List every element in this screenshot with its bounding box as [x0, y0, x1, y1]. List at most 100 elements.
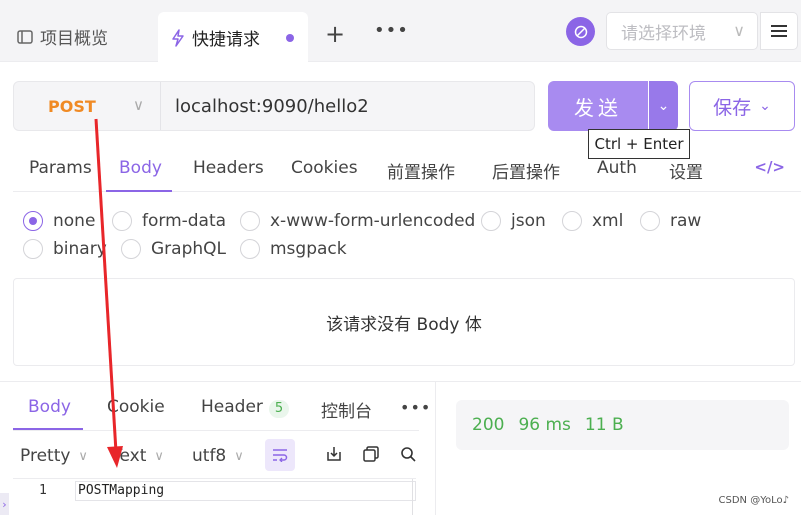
format-select[interactable]: Pretty ∨	[20, 446, 88, 466]
send-options-button[interactable]: ⌄	[649, 81, 678, 131]
response-tabs-border	[13, 430, 419, 431]
response-tab-console[interactable]: 控制台	[321, 397, 372, 422]
tab-quick-request[interactable]: 快捷请求	[158, 12, 308, 63]
tab-settings[interactable]: 设置	[669, 158, 703, 183]
send-button[interactable]: 发送	[548, 81, 648, 131]
empty-body-message: 该请求没有 Body 体	[326, 314, 482, 335]
radio-label: GraphQL	[151, 239, 226, 259]
response-time: 96 ms	[518, 415, 571, 435]
chevron-down-icon: ∨	[234, 448, 244, 464]
radio-unchecked-icon	[121, 239, 141, 259]
save-label: 保存	[713, 96, 752, 119]
chevron-down-icon: ∨	[78, 448, 88, 464]
watermark: CSDN @YoLo♪	[718, 495, 789, 506]
format-value: Pretty	[20, 446, 71, 466]
expand-sidebar-button[interactable]: ›	[0, 493, 9, 515]
response-body-editor[interactable]: 1 POSTMapping	[13, 478, 416, 515]
response-tab-header-label: Header	[201, 397, 263, 417]
menu-button[interactable]	[760, 12, 798, 50]
response-tab-header[interactable]: Header 5	[201, 397, 290, 418]
tab-label: 快捷请求	[192, 30, 260, 50]
request-url-bar: POST ∨ localhost:9090/hello2	[13, 81, 535, 131]
code-icon[interactable]: </>	[754, 158, 785, 176]
tab-cookies[interactable]: Cookies	[291, 158, 358, 178]
radio-json[interactable]: json	[481, 211, 546, 231]
top-tab-bar: 项目概览 快捷请求 + ••• 请选择环境 ∨	[0, 0, 801, 63]
radio-msgpack[interactable]: msgpack	[240, 239, 347, 259]
empty-body-panel: 该请求没有 Body 体	[13, 278, 795, 366]
radio-unchecked-icon	[562, 211, 582, 231]
radio-label: none	[53, 211, 96, 231]
more-tabs-button[interactable]: •••	[374, 20, 409, 41]
radio-unchecked-icon	[240, 239, 260, 259]
radio-label: msgpack	[270, 239, 347, 259]
radio-unchecked-icon	[640, 211, 660, 231]
tab-label: 项目概览	[40, 29, 108, 49]
radio-label: raw	[670, 211, 702, 231]
response-tab-body[interactable]: Body	[28, 397, 71, 417]
radio-x-www-form-urlencoded[interactable]: x-www-form-urlencoded	[240, 211, 475, 231]
tab-post-processors[interactable]: 后置操作	[492, 158, 560, 183]
radio-checked-icon	[23, 211, 43, 231]
tab-auth[interactable]: Auth	[597, 158, 637, 178]
environment-icon[interactable]	[566, 17, 595, 46]
radio-form-data[interactable]: form-data	[112, 211, 226, 231]
radio-unchecked-icon	[112, 211, 132, 231]
type-value: Text	[112, 446, 147, 466]
radio-label: x-www-form-urlencoded	[270, 211, 476, 231]
response-tab-cookie[interactable]: Cookie	[107, 397, 165, 417]
app-root: 项目概览 快捷请求 + ••• 请选择环境 ∨ POST ∨ localhost…	[0, 0, 801, 515]
encoding-value: utf8	[192, 446, 227, 466]
chevron-down-icon: ∨	[733, 21, 745, 40]
chevron-down-icon: ∨	[154, 448, 164, 464]
tab-headers[interactable]: Headers	[193, 158, 264, 178]
url-input[interactable]: localhost:9090/hello2	[161, 96, 534, 117]
section-divider	[0, 381, 801, 382]
type-select[interactable]: Text ∨	[112, 446, 164, 466]
tab-params[interactable]: Params	[29, 158, 92, 178]
radio-graphql[interactable]: GraphQL	[121, 239, 226, 259]
add-tab-button[interactable]: +	[325, 20, 345, 48]
tab-body[interactable]: Body	[119, 158, 162, 178]
hamburger-icon	[771, 25, 787, 37]
more-options-button[interactable]: •••	[400, 398, 431, 417]
lightning-icon	[172, 28, 184, 47]
method-value: POST	[48, 96, 96, 116]
send-shortcut-tooltip: Ctrl + Enter	[588, 129, 690, 159]
radio-label: binary	[53, 239, 107, 259]
folder-icon	[17, 29, 33, 44]
header-count-badge: 5	[268, 400, 290, 418]
wrap-icon	[273, 449, 288, 462]
editor-edge	[412, 479, 413, 515]
tab-project-overview[interactable]: 项目概览	[16, 24, 108, 49]
copy-icon[interactable]	[363, 446, 379, 462]
chevron-down-icon: ∨	[133, 96, 144, 114]
panel-divider[interactable]	[435, 381, 436, 515]
radio-xml[interactable]: xml	[562, 211, 623, 231]
radio-label: json	[511, 211, 546, 231]
radio-label: xml	[592, 211, 624, 231]
radio-raw[interactable]: raw	[640, 211, 701, 231]
download-icon[interactable]	[326, 446, 342, 462]
status-code: 200	[472, 415, 505, 435]
word-wrap-button[interactable]	[265, 439, 295, 471]
radio-unchecked-icon	[240, 211, 260, 231]
response-size: 11 B	[584, 415, 624, 435]
radio-none[interactable]: none	[23, 211, 95, 231]
environment-placeholder: 请选择环境	[621, 23, 706, 44]
environment-select[interactable]: 请选择环境 ∨	[606, 12, 758, 50]
encoding-select[interactable]: utf8 ∨	[192, 446, 244, 466]
no-environment-icon	[574, 25, 587, 38]
method-select[interactable]: POST ∨	[14, 82, 161, 130]
radio-binary[interactable]: binary	[23, 239, 107, 259]
active-tab-indicator	[106, 190, 172, 192]
tab-pre-processors[interactable]: 前置操作	[387, 158, 455, 183]
code-line: POSTMapping	[75, 481, 416, 501]
save-button[interactable]: 保存 ⌄	[689, 81, 795, 131]
chevron-down-icon: ⌄	[657, 98, 670, 114]
radio-unchecked-icon	[481, 211, 501, 231]
unsaved-dot	[286, 34, 294, 42]
line-number: 1	[39, 483, 47, 498]
response-status-bar: 200 96 ms 11 B	[456, 400, 789, 450]
search-icon[interactable]	[400, 446, 416, 462]
